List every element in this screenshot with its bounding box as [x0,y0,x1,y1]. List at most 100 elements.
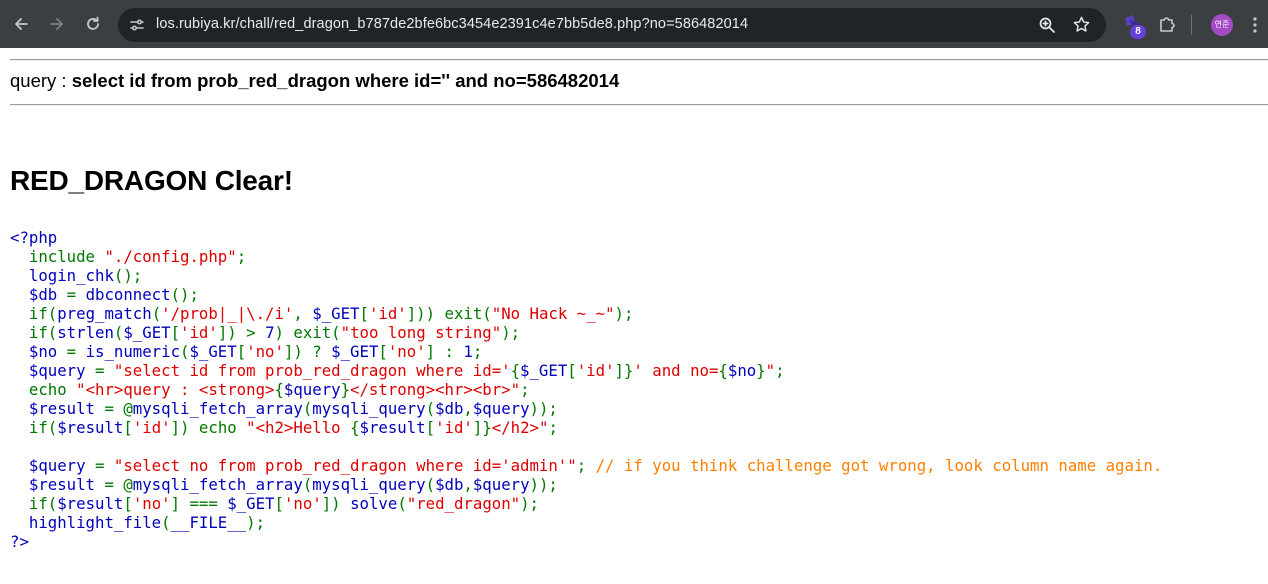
extensions-puzzle-icon[interactable] [1158,15,1176,33]
code-token: ); [501,323,521,342]
code-line: if($result['no'] === $_GET['no']) solve(… [10,494,1162,513]
code-token: 1 [463,342,473,361]
code-token: ]} [472,418,492,437]
code-token: </h2>" [491,418,549,437]
code-token: = [66,285,86,304]
code-token: $_GET [123,323,171,342]
code-token: 'no' [246,342,284,361]
code-token: $db [435,399,464,418]
code-token: , [463,475,473,494]
code-token: ( [161,513,171,532]
code-token: ] : [425,342,464,361]
query-label: query : [10,70,72,91]
code-token: ; [472,342,483,361]
query-output: query : select id from prob_red_dragon w… [10,70,619,92]
code-token: ( [397,494,407,513]
horizontal-rule-bottom [10,104,1268,106]
code-token: 'id' [435,418,473,437]
code-token: " [765,361,776,380]
code-token: $result [57,418,124,437]
code-token: 'no' [283,494,322,513]
code-line: $result = @mysqli_fetch_array(mysqli_que… [10,475,1162,494]
code-token: $query [472,399,530,418]
code-line: include "./config.php"; [10,247,1162,266]
php-source-code: <?php include "./config.php"; login_chk(… [10,228,1162,551]
code-token: $query [28,456,96,475]
code-token: $no [28,342,67,361]
code-token: ; [548,418,558,437]
code-token: $db [28,285,67,304]
code-token: $result [28,475,105,494]
code-token: ( [425,399,436,418]
code-token: $query [283,380,341,399]
code-token: 'id' [576,361,615,380]
code-token: ]) ? [283,342,332,361]
code-token: mysqli_fetch_array [132,399,303,418]
code-token: $query [472,475,530,494]
code-token: 'no' [132,494,171,513]
query-text: select id from prob_red_dragon where id=… [71,70,620,91]
code-token: is_numeric [85,342,181,361]
code-token: , [293,304,313,323]
kebab-menu-icon[interactable] [1250,15,1260,35]
code-token: login_chk [28,266,114,285]
code-token: "select no from prob_red_dragon where id… [113,456,577,475]
code-token: $db [435,475,464,494]
code-token: if( [10,323,58,342]
code-token: } [340,380,351,399]
code-token: ) exit( [274,323,341,342]
code-token: 'id' [132,418,171,437]
code-token: [ [378,342,388,361]
code-token: { [274,380,284,399]
code-token: <?php [10,228,58,247]
code-token: $_GET [520,361,568,380]
code-token: __FILE__ [170,513,247,532]
code-token: $_GET [227,494,275,513]
code-token: ( [302,399,313,418]
code-line: <?php [10,228,1162,247]
code-token: } [756,361,766,380]
profile-avatar[interactable]: 연준 [1211,14,1233,36]
code-token: = [95,456,114,475]
code-token: (); [170,285,199,304]
code-token: $query [28,361,96,380]
code-token: strlen [57,323,114,342]
toolbar-divider [1191,15,1192,35]
code-token: mysqli_query [312,399,426,418]
url-text[interactable]: los.rubiya.kr/chall/red_dragon_b787de2bf… [156,16,748,32]
code-token: ]} [614,361,634,380]
address-bar[interactable]: los.rubiya.kr/chall/red_dragon_b787de2bf… [118,8,1106,42]
site-settings-icon[interactable] [128,16,146,34]
code-token: ]) [321,494,351,513]
browser-toolbar: los.rubiya.kr/chall/red_dragon_b787de2bf… [0,0,1268,48]
forward-arrow-icon [50,18,63,30]
code-line: login_chk(); [10,266,1162,285]
reload-button[interactable] [77,8,109,40]
reload-icon [87,16,99,30]
code-token: if( [10,494,58,513]
code-token: 'id' [180,323,218,342]
code-token: </strong><hr><br>" [350,380,521,399]
code-token: $_GET [189,342,237,361]
code-token: $result [57,494,124,513]
code-token: "No Hack ~_~" [491,304,615,323]
code-token: $result [28,399,105,418]
code-token: $no [727,361,757,380]
code-token: [ [567,361,577,380]
code-token: [ [425,418,436,437]
code-token: 7 [265,323,275,342]
forward-button[interactable] [41,8,73,40]
back-button[interactable] [5,8,37,40]
code-line: $no = is_numeric($_GET['no']) ? $_GET['n… [10,342,1162,361]
back-arrow-icon [15,18,28,30]
zoom-icon[interactable] [1038,16,1056,34]
code-token: = [66,342,86,361]
code-token: 'no' [387,342,426,361]
bookmark-star-icon[interactable] [1072,15,1091,34]
